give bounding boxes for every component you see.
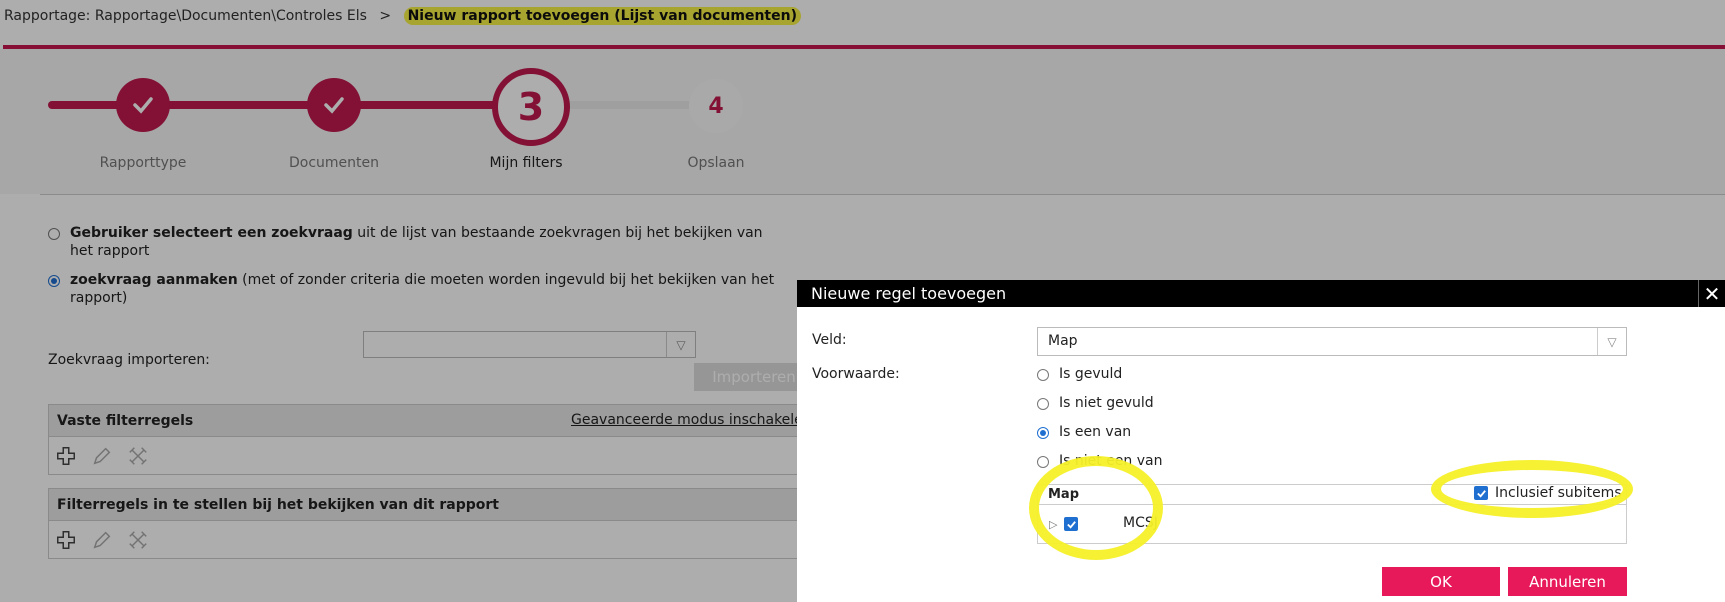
condition-is-een-van: Is een van: [1059, 424, 1132, 440]
triangle-down-icon: ▽: [1597, 328, 1626, 355]
ok-button[interactable]: OK: [1382, 567, 1500, 596]
condition-is-gevuld: Is gevuld: [1059, 366, 1123, 382]
radio-is-niet-een-van[interactable]: [1037, 456, 1049, 468]
field-select-value: Map: [1048, 333, 1078, 349]
close-icon[interactable]: ✕: [1698, 280, 1725, 307]
dialog-title: Nieuwe regel toevoegen: [797, 280, 1725, 307]
condition-is-niet-gevuld: Is niet gevuld: [1059, 395, 1154, 411]
field-label: Veld:: [812, 332, 847, 348]
highlight-circle-subitems: [1431, 460, 1633, 518]
cancel-button[interactable]: Annuleren: [1508, 567, 1627, 596]
radio-is-een-van[interactable]: [1037, 427, 1049, 439]
radio-is-gevuld[interactable]: [1037, 369, 1049, 381]
radio-is-niet-gevuld[interactable]: [1037, 398, 1049, 410]
field-select[interactable]: Map ▽: [1037, 327, 1627, 356]
highlight-circle-tree: [1029, 456, 1163, 560]
condition-label: Voorwaarde:: [812, 366, 900, 382]
add-rule-dialog: Nieuwe regel toevoegen ✕ Veld: Map ▽ Voo…: [797, 280, 1725, 602]
